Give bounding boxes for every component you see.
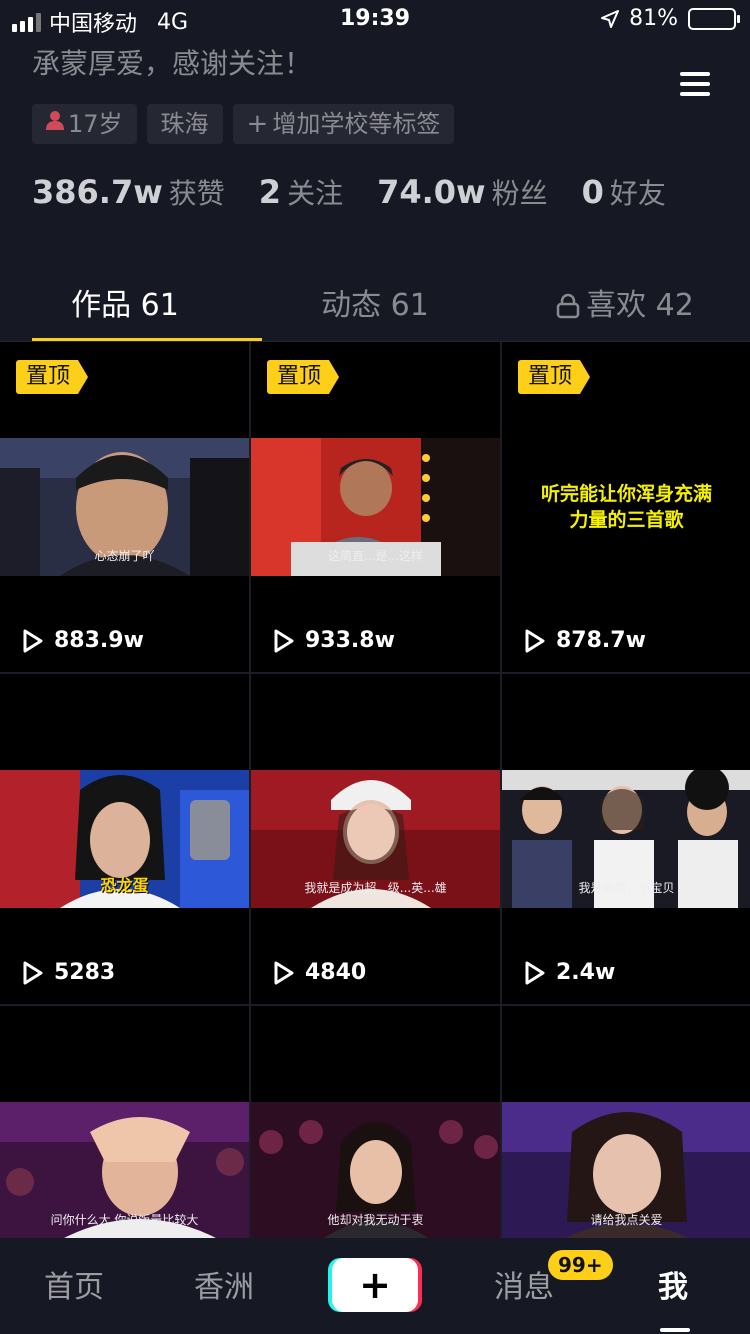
play-icon	[274, 629, 294, 652]
status-right: 81%	[601, 6, 740, 31]
battery-icon	[688, 7, 740, 30]
play-count-value: 933.8w	[305, 628, 395, 653]
create-video-button[interactable]: +	[332, 1258, 418, 1312]
likes-label: 获赞	[168, 177, 225, 210]
play-count-value: 878.7w	[556, 628, 646, 653]
lock-icon	[556, 293, 580, 319]
add-tag-button[interactable]: + 增加学校等标签	[232, 104, 455, 144]
profile-tags: 17岁 珠海 + 增加学校等标签	[32, 104, 455, 144]
nav-me[interactable]: 我	[658, 1262, 688, 1306]
video-card[interactable]: 他却对我无动于衷	[251, 1006, 500, 1242]
tab-likes-label: 喜欢 42	[586, 288, 694, 323]
pinned-badge: 置顶	[518, 360, 591, 394]
play-icon	[525, 629, 545, 652]
video-grid: 置顶 心态崩了吖 883.9w 置顶 这简直...是...这样 933.8w 置…	[0, 342, 750, 1242]
video-caption: 请给我点关爱	[590, 1213, 663, 1227]
video-thumbnail: 这简直...是...这样	[251, 438, 500, 576]
play-count-value: 2.4w	[556, 960, 616, 985]
bottom-nav: 首页 香洲 + 消息 99+ 我	[0, 1238, 750, 1334]
video-card[interactable]: 请给我点关爱	[502, 1006, 750, 1242]
following-count: 2	[258, 173, 282, 211]
video-thumbnail: 他却对我无动于衷	[251, 1102, 500, 1240]
play-count: 5283	[22, 960, 115, 985]
play-count: 2.4w	[524, 960, 615, 985]
video-card[interactable]: 置顶 听完能让你浑身充满力量的三首歌 878.7w	[502, 342, 750, 672]
tab-works-label: 作品 61	[71, 288, 179, 323]
tab-works[interactable]: 作品 61	[0, 270, 250, 342]
nav-city[interactable]: 香洲	[194, 1262, 254, 1306]
profile-tabs: 作品 61 动态 61 喜欢 42	[0, 270, 750, 342]
profile-bio: 承蒙厚爱，感谢关注！	[32, 47, 313, 80]
friends-count: 0	[581, 173, 604, 211]
video-card[interactable]: 我就是成为超...级...英...雄 4840	[251, 674, 500, 1004]
play-icon	[23, 961, 43, 984]
play-count: 878.7w	[524, 628, 646, 653]
stat-friends[interactable]: 0 好友	[582, 172, 666, 212]
video-caption: 他却对我无动于衷	[327, 1213, 424, 1227]
tab-moments-label: 动态 61	[321, 288, 429, 323]
video-thumbnail: 恐龙蛋	[0, 770, 249, 908]
video-caption: 问你什么大 你说饭量比较大	[50, 1213, 199, 1227]
pinned-badge: 置顶	[16, 360, 89, 394]
video-card[interactable]: 恐龙蛋 5283	[0, 674, 249, 1004]
status-bar: 中国移动 4G 19:39 81%	[0, 0, 750, 40]
tag-city[interactable]: 珠海	[146, 104, 223, 144]
active-nav-indicator	[660, 1328, 690, 1332]
video-card[interactable]: 我是懒猪，小宝贝 2.4w	[502, 674, 750, 1004]
battery-percent: 81%	[629, 6, 678, 31]
video-text-thumbnail: 听完能让你浑身充满力量的三首歌	[540, 483, 712, 531]
play-count-value: 883.9w	[54, 628, 144, 653]
play-count: 4840	[273, 960, 366, 985]
fans-count: 74.0w	[377, 173, 486, 211]
fans-label: 粉丝	[491, 177, 548, 210]
plus-icon: +	[359, 1263, 391, 1307]
play-count-value: 4840	[305, 960, 367, 985]
stat-likes[interactable]: 386.7w 获赞	[32, 172, 225, 212]
video-card[interactable]: 问你什么大 你说饭量比较大	[0, 1006, 249, 1242]
play-icon	[274, 961, 294, 984]
video-thumbnail: 心态崩了吖	[0, 438, 249, 576]
video-thumbnail: 请给我点关爱	[502, 1102, 750, 1240]
messages-badge: 99+	[548, 1250, 613, 1280]
tab-moments[interactable]: 动态 61	[250, 270, 500, 342]
video-thumbnail: 我就是成为超...级...英...雄	[251, 770, 500, 908]
video-card[interactable]: 置顶 这简直...是...这样 933.8w	[251, 342, 500, 672]
video-caption: 心态崩了吖	[94, 549, 155, 563]
video-card[interactable]: 置顶 心态崩了吖 883.9w	[0, 342, 249, 672]
stat-fans[interactable]: 74.0w 粉丝	[377, 172, 548, 212]
hamburger-menu-icon[interactable]	[680, 72, 710, 96]
location-arrow-icon	[601, 9, 620, 28]
pinned-badge: 置顶	[267, 360, 340, 394]
friends-label: 好友	[609, 177, 666, 210]
profile-stats: 386.7w 获赞 2 关注 74.0w 粉丝 0 好友	[32, 172, 666, 212]
play-count: 883.9w	[22, 628, 144, 653]
play-count-value: 5283	[54, 960, 116, 985]
tag-age-label: 17岁	[68, 110, 123, 138]
tab-likes[interactable]: 喜欢 42	[500, 270, 750, 342]
video-caption: 这简直...是...这样	[328, 549, 423, 563]
nav-home[interactable]: 首页	[44, 1262, 104, 1306]
add-tag-label: 增加学校等标签	[272, 110, 441, 138]
following-label: 关注	[287, 177, 344, 210]
video-thumbnail: 我是懒猪，小宝贝	[502, 770, 750, 908]
likes-count: 386.7w	[32, 173, 163, 211]
video-caption: 我是懒猪，小宝贝	[578, 881, 675, 895]
play-icon	[525, 961, 545, 984]
play-icon	[23, 629, 43, 652]
video-thumbnail: 问你什么大 你说饭量比较大	[0, 1102, 249, 1240]
tag-city-label: 珠海	[160, 110, 209, 138]
video-caption: 我就是成为超...级...英...雄	[304, 881, 447, 895]
person-icon	[46, 104, 64, 144]
stat-following[interactable]: 2 关注	[259, 172, 343, 212]
video-caption: 恐龙蛋	[100, 876, 149, 895]
tag-age[interactable]: 17岁	[32, 104, 137, 144]
play-count: 933.8w	[273, 628, 395, 653]
nav-messages[interactable]: 消息	[494, 1262, 554, 1306]
plus-icon: +	[246, 109, 269, 139]
